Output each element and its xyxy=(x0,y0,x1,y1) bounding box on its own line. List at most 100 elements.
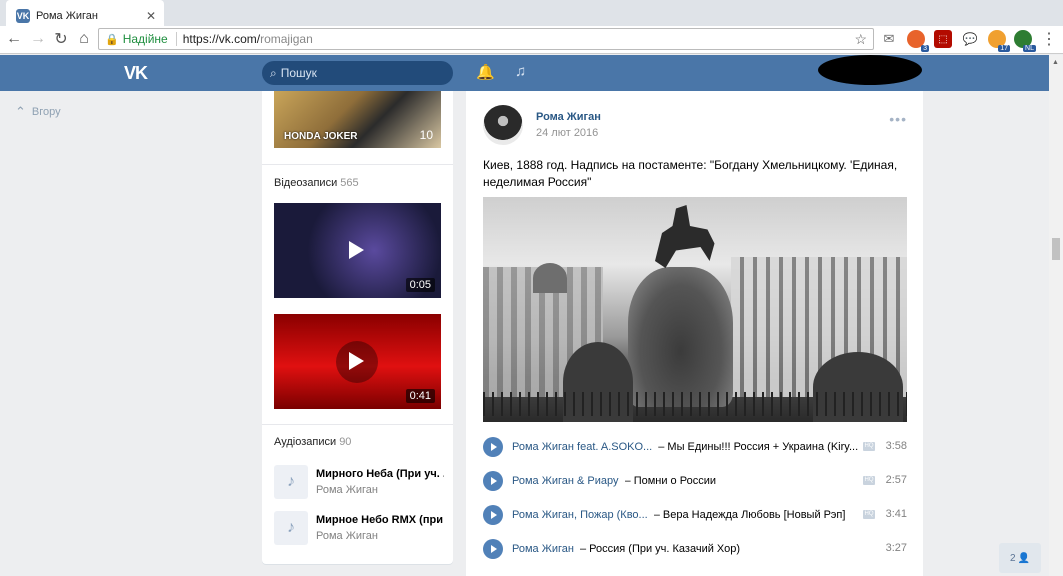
url-path: romajigan xyxy=(260,32,313,46)
music-icon[interactable]: ♫ xyxy=(515,63,526,80)
music-note-icon: ♪ xyxy=(274,511,308,545)
video-thumbnail[interactable]: 0:05 xyxy=(274,203,441,298)
close-icon[interactable]: ✕ xyxy=(146,9,156,23)
play-icon[interactable] xyxy=(483,539,503,559)
avatar[interactable] xyxy=(483,105,523,145)
audios-count: 90 xyxy=(339,436,352,448)
album-count: 10 xyxy=(419,128,433,142)
reload-icon[interactable]: ↻ xyxy=(51,29,71,49)
divider xyxy=(262,424,453,425)
audio-title: Мирное Небо RMX (при ... xyxy=(316,514,444,526)
audios-label: Аудіозаписи xyxy=(274,436,337,448)
audio-artist: Рома Жиган xyxy=(316,530,378,542)
search-icon: ⌕ xyxy=(270,65,277,80)
videos-header[interactable]: Відеозаписи 565 xyxy=(274,177,359,189)
friends-online-button[interactable]: 2 👤 xyxy=(999,543,1041,573)
rss-icon[interactable]: 17 xyxy=(988,30,1010,52)
audio-item[interactable]: ♪ Мирного Неба (При уч. ... Рома Жиган xyxy=(274,465,444,501)
hq-icon: HQ xyxy=(863,510,875,519)
video-duration: 0:05 xyxy=(405,278,435,292)
audio-title: Мирного Неба (При уч. ... xyxy=(316,468,444,480)
omnibox-separator xyxy=(175,32,177,46)
post-date[interactable]: 24 лют 2016 xyxy=(536,127,598,139)
track-duration: 3:41 xyxy=(885,508,907,520)
chevron-up-icon: ⌃ xyxy=(15,104,26,119)
user-icon: 👤 xyxy=(1017,552,1030,564)
pdf-icon[interactable]: ⬚ xyxy=(934,30,952,48)
scroll-up-link[interactable]: ⌃ Вгору xyxy=(15,104,61,120)
photo-album-card[interactable]: HONDA JOKER 10 xyxy=(274,91,441,148)
track-duration: 3:58 xyxy=(885,440,907,452)
post-photo[interactable] xyxy=(483,197,907,422)
divider xyxy=(262,164,453,165)
video-thumbnail[interactable]: 0:41 xyxy=(274,314,441,409)
profile-sidebar: HONDA JOKER 10 Відеозаписи 565 0:05 0:41… xyxy=(262,91,453,564)
secure-label: Надійне xyxy=(122,32,168,46)
photo-monument xyxy=(628,267,733,407)
videos-count: 565 xyxy=(340,177,359,189)
back-icon[interactable]: ← xyxy=(4,29,24,49)
play-icon[interactable] xyxy=(483,437,503,457)
vk-favicon-icon: VK xyxy=(16,9,30,23)
track-title: – Мы Едины!!! Россия + Украина (Kiry... xyxy=(658,441,859,453)
browser-toolbar: ← → ↻ ⌂ 🔒 Надійне https://vk.com/romajig… xyxy=(0,26,1063,54)
vk-logo[interactable]: VK xyxy=(124,63,148,84)
audio-track[interactable]: Рома Жиган – Россия (При уч. Казачий Хор… xyxy=(483,538,907,560)
post-author[interactable]: Рома Жиган xyxy=(536,111,601,123)
browser-tab[interactable]: VK Рома Жиган ✕ xyxy=(6,0,164,26)
track-artist[interactable]: Рома Жиган, Пожар (Кво... xyxy=(512,509,648,521)
hq-icon: HQ xyxy=(863,442,875,451)
track-duration: 3:27 xyxy=(885,542,907,554)
lock-icon: 🔒 xyxy=(105,33,119,46)
scroll-up-arrow-icon[interactable]: ▲ xyxy=(1052,59,1059,66)
vk-header: VK ⌕ Пошук 🔔 ♫ xyxy=(0,55,1063,91)
track-title: – Россия (При уч. Казачий Хор) xyxy=(579,543,741,555)
page-scrollbar[interactable]: ▲ xyxy=(1049,55,1063,576)
scroll-thumb[interactable] xyxy=(1052,238,1060,260)
url-base: https://vk.com/ xyxy=(182,32,261,46)
bookmark-star-icon[interactable]: ☆ xyxy=(854,31,867,48)
play-icon[interactable] xyxy=(483,505,503,525)
track-artist[interactable]: Рома Жиган & Риару xyxy=(512,475,619,487)
bell-icon[interactable]: 🔔 xyxy=(476,63,495,81)
menu-icon[interactable]: ⋮ xyxy=(1039,29,1059,49)
redacted-profile[interactable] xyxy=(818,55,922,85)
more-options-icon[interactable]: ••• xyxy=(889,111,907,127)
videos-label: Відеозаписи xyxy=(274,177,338,189)
photo-fence xyxy=(483,392,907,416)
browser-tabbar: VK Рома Жиган ✕ xyxy=(0,0,1063,26)
audio-track[interactable]: Рома Жиган, Пожар (Кво... – Вера Надежда… xyxy=(483,504,907,526)
audios-header[interactable]: Аудіозаписи 90 xyxy=(274,436,351,448)
extension-icon-1[interactable]: 3 xyxy=(907,30,929,52)
search-placeholder: Пошук xyxy=(280,66,317,80)
chat-icon[interactable]: 💬 xyxy=(961,30,979,48)
friends-count: 2 xyxy=(1009,552,1016,564)
music-note-icon: ♪ xyxy=(274,465,308,499)
audio-item[interactable]: ♪ Мирное Небо RMX (при ... Рома Жиган xyxy=(274,511,444,547)
album-title: HONDA JOKER xyxy=(284,131,358,142)
play-icon[interactable] xyxy=(483,471,503,491)
forward-icon[interactable]: → xyxy=(28,29,48,49)
audio-track[interactable]: Рома Жиган feat. A.SOKO... – Мы Едины!!!… xyxy=(483,436,907,458)
audio-artist: Рома Жиган xyxy=(316,484,378,496)
play-icon xyxy=(349,241,364,259)
track-artist[interactable]: Рома Жиган feat. A.SOKO... xyxy=(512,441,652,453)
home-icon[interactable]: ⌂ xyxy=(74,29,94,49)
search-input[interactable]: ⌕ Пошук xyxy=(262,61,453,85)
play-icon xyxy=(349,352,364,370)
scroll-up-label: Вгору xyxy=(31,106,61,118)
track-artist[interactable]: Рома Жиган xyxy=(512,543,574,555)
photo-horse-statue xyxy=(655,205,715,268)
address-bar[interactable]: 🔒 Надійне https://vk.com/romajigan ☆ xyxy=(98,28,874,50)
mail-icon[interactable]: ✉ xyxy=(880,30,898,48)
photo-dome xyxy=(533,263,567,293)
video-duration: 0:41 xyxy=(405,389,435,403)
audio-track[interactable]: Рома Жиган & Риару – Помни о России HQ 2… xyxy=(483,470,907,492)
track-duration: 2:57 xyxy=(885,474,907,486)
tab-title: Рома Жиган xyxy=(36,10,98,22)
wall-post: Рома Жиган 24 лют 2016 ••• Киев, 1888 го… xyxy=(466,91,923,576)
globe-icon[interactable]: NL xyxy=(1014,30,1036,52)
track-title: – Вера Надежда Любовь [Новый Рэп] xyxy=(653,509,846,521)
hq-icon: HQ xyxy=(863,476,875,485)
post-text: Киев, 1888 год. Надпись на постаменте: "… xyxy=(483,158,898,189)
